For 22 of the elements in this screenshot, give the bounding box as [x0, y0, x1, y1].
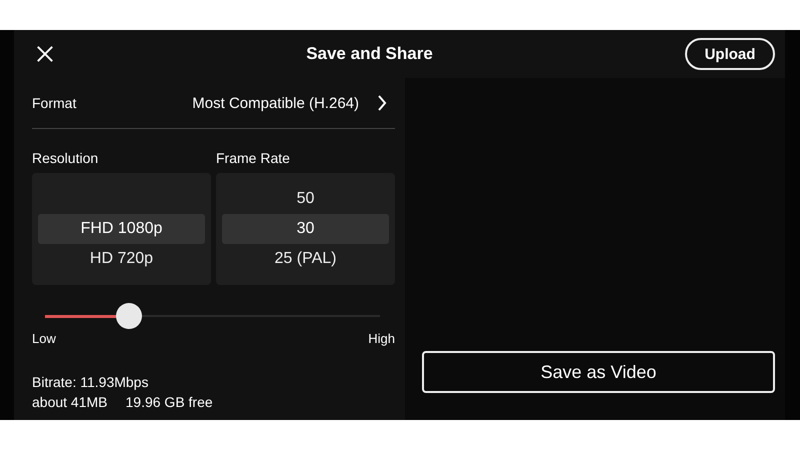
- picker-option[interactable]: HD 720p: [38, 244, 205, 274]
- slider-max-label: High: [368, 331, 395, 346]
- picker-option[interactable]: 50: [222, 184, 389, 214]
- format-value: Most Compatible (H.264): [192, 94, 359, 112]
- bitrate-text: Bitrate: 11.93Mbps: [32, 374, 150, 390]
- picker-option[interactable]: 30: [222, 214, 389, 244]
- picker-label: Resolution: [32, 150, 100, 166]
- quality-slider[interactable]: [45, 301, 380, 331]
- chevron-right-icon: [377, 95, 387, 111]
- picker-label: Frame Rate: [216, 150, 291, 166]
- slider-thumb[interactable]: [116, 303, 142, 329]
- picker-option[interactable]: 25 (PAL): [222, 244, 389, 274]
- screen-title: Save and Share: [305, 44, 434, 64]
- file-size-text: about 41MB: [32, 394, 108, 410]
- upload-button[interactable]: Upload: [685, 38, 775, 70]
- slider-min-label: Low: [32, 331, 56, 346]
- free-space-text: 19.96 GB free: [126, 394, 213, 410]
- picker-option[interactable]: FHD 1080p: [38, 214, 205, 244]
- close-icon[interactable]: [36, 45, 54, 63]
- format-row[interactable]: Format Most Compatible (H.264): [32, 78, 395, 129]
- format-label: Format: [32, 95, 76, 111]
- save-as-video-button[interactable]: Save as Video: [422, 351, 775, 393]
